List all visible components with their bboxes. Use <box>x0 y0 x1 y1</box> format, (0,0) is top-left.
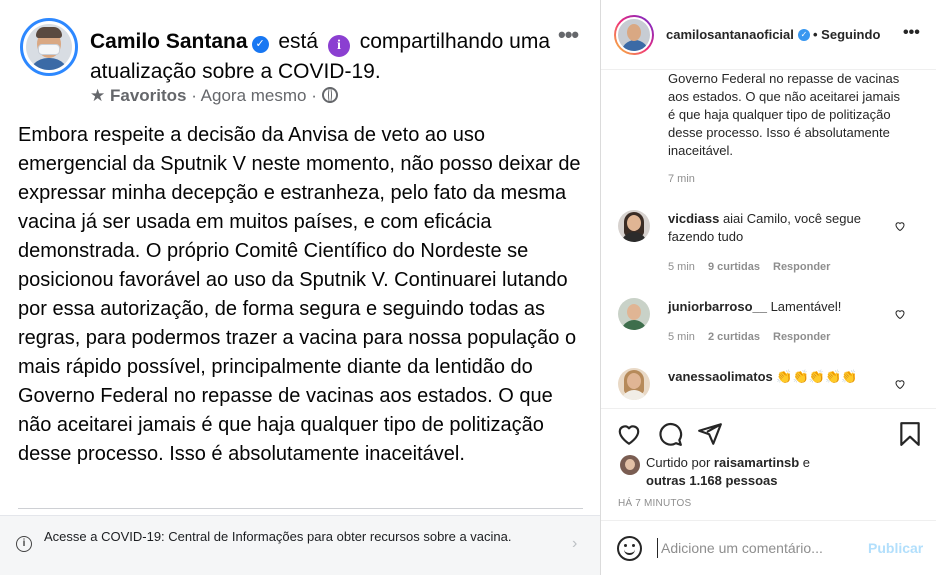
fb-action-pre: está <box>272 30 324 53</box>
emoji-icon[interactable] <box>617 536 642 561</box>
liker-username[interactable]: raisamartinsb <box>714 455 799 470</box>
share-icon[interactable] <box>697 421 723 447</box>
posted-time[interactable]: HÁ 7 MINUTOS <box>618 498 691 509</box>
comments-list[interactable]: Governo Federal no repasse de vacinas ao… <box>601 70 936 408</box>
fb-favorites-label: Favoritos <box>109 86 187 105</box>
post-image: Camilo Santana ✓ está i compartilhando um… <box>0 0 600 575</box>
ig-author-avatar[interactable] <box>614 15 654 55</box>
covid-info-banner: i Acesse a COVID-19: Central de Informaç… <box>0 515 600 575</box>
publish-button[interactable]: Publicar <box>868 540 923 556</box>
comment-text: juniorbarroso__ Lamentável! <box>668 298 888 316</box>
heart-icon[interactable] <box>894 308 906 320</box>
comment-likes[interactable]: 9 curtidas <box>708 261 760 273</box>
chevron-right-icon: › <box>572 535 578 552</box>
heart-icon[interactable] <box>616 421 642 447</box>
heart-icon[interactable] <box>894 220 906 232</box>
covid-info-text: Acesse a COVID-19: Central de Informaçõe… <box>44 529 512 544</box>
comment-username[interactable]: juniorbarroso__ <box>668 299 767 314</box>
bookmark-icon[interactable] <box>897 421 923 447</box>
comment-time: 5 min <box>668 331 695 343</box>
likes-mid: e <box>799 455 811 470</box>
globe-icon <box>321 87 338 103</box>
fb-author-name: Camilo Santana <box>90 30 248 53</box>
add-comment-bar: Publicar <box>601 520 936 575</box>
commenter-avatar[interactable] <box>618 298 650 330</box>
info-badge-icon: i <box>327 35 350 57</box>
comment-time: 5 min <box>668 261 695 273</box>
commenter-avatar[interactable] <box>618 210 650 242</box>
commenter-avatar[interactable] <box>618 368 650 400</box>
reply-button[interactable]: Responder <box>773 261 830 273</box>
likes-summary: Curtido por raisamartinsb e outras 1.168… <box>646 454 846 490</box>
info-circle-icon: i <box>16 536 32 552</box>
verified-badge-icon: ✓ <box>798 29 810 41</box>
reply-button[interactable]: Responder <box>773 331 830 343</box>
verified-badge-icon: ✓ <box>251 36 269 53</box>
star-icon: ★ <box>90 86 106 105</box>
comment-body: 👏👏👏👏👏 <box>772 369 858 384</box>
comment-icon[interactable] <box>657 421 683 447</box>
comment-text: vicdiass aiai Camilo, você segue fazendo… <box>668 210 888 246</box>
caption-time: 7 min <box>668 173 695 185</box>
fb-post-meta: ★ Favoritos · Agora mesmo · <box>90 86 338 106</box>
following-button[interactable]: • Seguindo <box>813 27 880 42</box>
fb-divider <box>18 508 583 509</box>
ig-side-panel: camilosantanaoficial ✓ • Seguindo ••• Go… <box>600 0 936 575</box>
ig-post-header: camilosantanaoficial ✓ • Seguindo ••• <box>601 0 936 70</box>
ig-author-username[interactable]: camilosantanaoficial <box>666 27 794 42</box>
likes-count-link[interactable]: outras 1.168 pessoas <box>646 473 778 488</box>
heart-icon[interactable] <box>894 378 906 390</box>
comment-username[interactable]: vicdiass <box>668 211 719 226</box>
comment-item: vicdiass aiai Camilo, você segue fazendo… <box>601 210 936 280</box>
comment-username[interactable]: vanessaolimatos <box>668 369 773 384</box>
fb-post-header: Camilo Santana ✓ está i compartilhando um… <box>90 27 560 86</box>
comment-item: juniorbarroso__ Lamentável! 5 min 2 curt… <box>601 298 936 368</box>
likes-prefix: Curtido por <box>646 455 714 470</box>
fb-more-options: ••• <box>558 22 579 47</box>
comment-meta: 5 min 9 curtidas Responder <box>668 261 830 273</box>
comment-likes[interactable]: 2 curtidas <box>708 331 760 343</box>
fb-author-avatar <box>20 18 78 76</box>
more-options-button[interactable]: ••• <box>903 24 920 42</box>
ig-actions-section: Curtido por raisamartinsb e outras 1.168… <box>601 408 936 518</box>
comment-meta: 5 min 2 curtidas Responder <box>668 331 830 343</box>
fb-post-body: Embora respeite a decisão da Anvisa de v… <box>18 124 581 465</box>
comment-input[interactable] <box>657 538 857 558</box>
caption-text: Governo Federal no repasse de vacinas ao… <box>668 71 900 158</box>
comment-text: vanessaolimatos 👏👏👏👏👏 <box>668 368 888 386</box>
fb-post-time: · Agora mesmo · <box>186 86 322 105</box>
comment-item: vanessaolimatos 👏👏👏👏👏 <box>601 368 936 408</box>
liker-avatar[interactable] <box>620 455 640 475</box>
comment-body: Lamentável! <box>766 299 842 314</box>
